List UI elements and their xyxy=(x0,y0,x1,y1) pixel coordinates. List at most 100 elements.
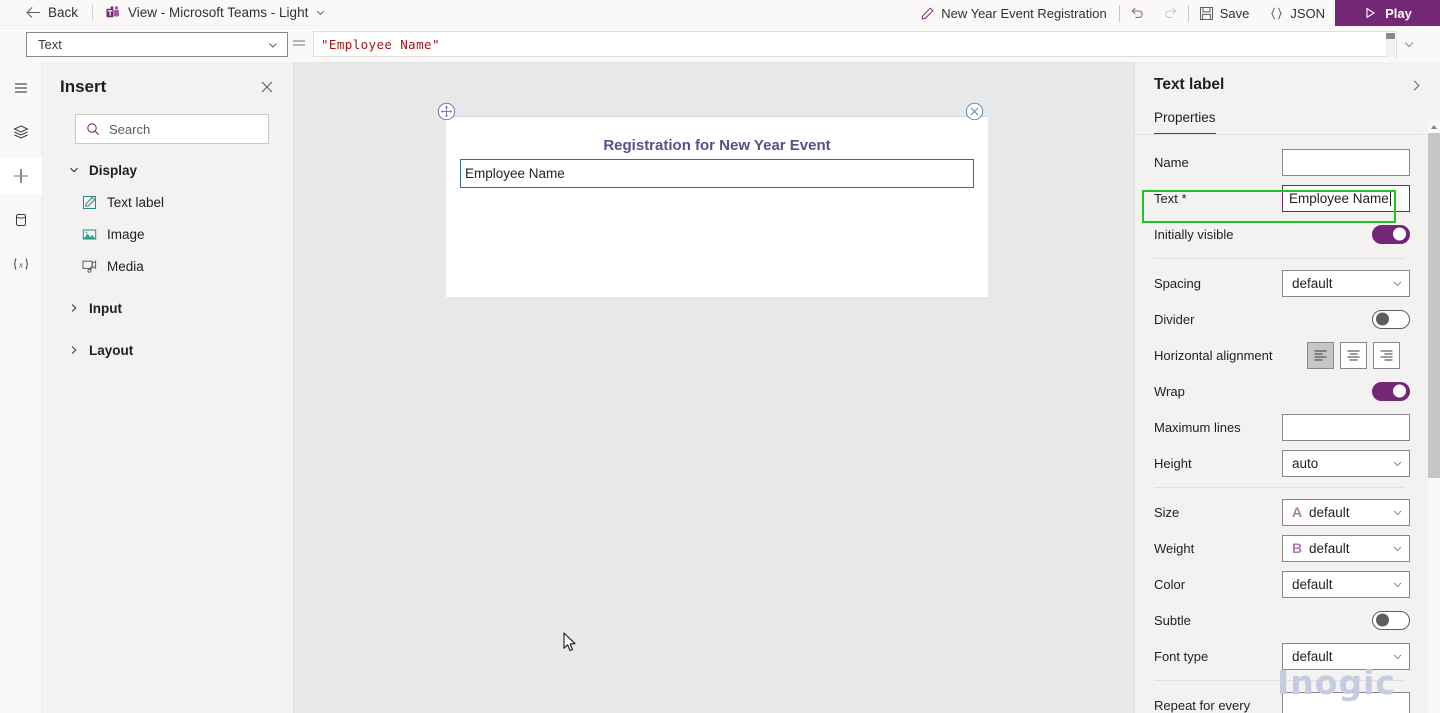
property-label: Name xyxy=(1154,154,1189,170)
formula-input[interactable]: "Employee Name" xyxy=(313,31,1397,57)
chevron-down-icon xyxy=(1393,510,1402,515)
move-handle-icon[interactable] xyxy=(437,102,456,121)
insert-group-layout[interactable]: Layout xyxy=(42,334,293,366)
menu-icon xyxy=(15,83,27,93)
insert-group-display[interactable]: Display xyxy=(42,154,293,186)
formula-scrollbar[interactable] xyxy=(1386,33,1395,57)
maximum-lines-field[interactable] xyxy=(1282,413,1410,441)
insert-group-label: Input xyxy=(89,300,122,316)
image-icon xyxy=(82,229,97,239)
chevron-down-icon xyxy=(70,167,78,173)
insert-group-input[interactable]: Input xyxy=(42,292,293,324)
equals-icon xyxy=(293,40,305,46)
height-dropdown[interactable]: auto xyxy=(1282,449,1410,477)
collapse-chevron-right-icon[interactable] xyxy=(1409,78,1424,93)
subtle-toggle[interactable] xyxy=(1372,610,1410,630)
size-dropdown[interactable]: A default xyxy=(1282,498,1410,526)
height-value: auto xyxy=(1292,455,1319,471)
property-label: Maximum lines xyxy=(1154,419,1241,435)
property-row-subtle: Subtle xyxy=(1135,602,1423,638)
formula-scrollbar-thumb[interactable] xyxy=(1386,33,1395,39)
weight-dropdown[interactable]: B default xyxy=(1282,534,1410,562)
back-label: Back xyxy=(48,5,79,20)
redo-icon xyxy=(1165,7,1177,18)
left-rail: x xyxy=(0,62,42,713)
chevron-right-icon xyxy=(71,304,77,312)
properties-fields-list: Name Text * Employee Name Initially visi… xyxy=(1135,144,1423,713)
selected-text-label-value: Employee Name xyxy=(465,166,565,181)
back-arrow-icon xyxy=(26,7,40,18)
properties-panel-title: Text label xyxy=(1154,76,1225,93)
save-button[interactable]: Save xyxy=(1189,0,1260,26)
section-divider xyxy=(1154,258,1404,259)
property-label: Divider xyxy=(1154,311,1195,327)
divider-toggle[interactable] xyxy=(1372,309,1410,329)
rail-item-menu[interactable] xyxy=(0,70,42,106)
rail-item-insert[interactable] xyxy=(0,158,42,194)
property-selector-value: Text xyxy=(38,37,62,52)
property-row-repeat-for-every: Repeat for every xyxy=(1135,687,1423,713)
redo-button[interactable] xyxy=(1154,0,1188,26)
property-label: Weight xyxy=(1154,540,1195,556)
align-left-button[interactable] xyxy=(1307,341,1334,369)
delete-circle-icon[interactable] xyxy=(965,102,984,121)
align-center-button[interactable] xyxy=(1340,341,1367,369)
insert-item-media[interactable]: Media xyxy=(42,250,293,282)
initially-visible-toggle[interactable] xyxy=(1372,224,1410,244)
property-row-divider: Divider xyxy=(1135,301,1423,337)
weight-glyph-icon: B xyxy=(1292,540,1303,556)
rail-item-data[interactable] xyxy=(0,202,42,238)
properties-scrollbar[interactable] xyxy=(1428,120,1440,713)
insert-panel: Insert Search Display Text label Image M… xyxy=(42,62,294,713)
view-selector[interactable]: View - Microsoft Teams - Light xyxy=(93,0,333,26)
rail-item-variables[interactable]: x xyxy=(0,246,42,282)
tree-view-icon xyxy=(13,125,29,139)
insert-group-label: Display xyxy=(89,162,138,178)
design-canvas[interactable]: Registration for New Year Event Employee… xyxy=(294,62,1134,713)
undo-button[interactable] xyxy=(1120,0,1154,26)
toggle-knob xyxy=(1376,613,1389,627)
insert-item-label: Text label xyxy=(107,194,165,210)
chevron-down-icon xyxy=(1393,546,1402,551)
insert-item-label: Image xyxy=(107,226,145,242)
property-row-weight: Weight B default xyxy=(1135,530,1423,566)
formula-expression: "Employee Name" xyxy=(321,36,440,52)
search-input[interactable]: Search xyxy=(75,114,269,144)
font-type-dropdown[interactable]: default xyxy=(1282,642,1410,670)
text-field[interactable]: Employee Name xyxy=(1282,184,1410,212)
adaptive-card[interactable]: Registration for New Year Event Employee… xyxy=(437,102,988,297)
json-button[interactable]: JSON xyxy=(1259,0,1335,26)
properties-scrollbar-thumb[interactable] xyxy=(1428,133,1440,478)
svg-text:x: x xyxy=(18,260,23,269)
wrap-toggle[interactable] xyxy=(1372,381,1410,401)
search-placeholder: Search xyxy=(109,121,151,137)
scroll-up-arrow-icon[interactable] xyxy=(1428,120,1440,133)
save-label: Save xyxy=(1219,5,1250,21)
document-title-button[interactable]: New Year Event Registration xyxy=(909,0,1118,26)
play-triangle-icon xyxy=(1366,7,1376,19)
align-right-button[interactable] xyxy=(1373,341,1400,369)
save-disk-icon xyxy=(1199,6,1213,20)
close-icon[interactable] xyxy=(259,79,275,95)
name-field[interactable] xyxy=(1282,148,1410,176)
selected-text-label[interactable]: Employee Name xyxy=(460,159,974,188)
property-row-wrap: Wrap xyxy=(1135,373,1423,409)
toggle-knob xyxy=(1393,227,1406,241)
data-icon xyxy=(16,214,26,226)
tabs-underline xyxy=(1135,134,1422,135)
rail-item-tree-view[interactable] xyxy=(0,114,42,150)
property-row-spacing: Spacing default xyxy=(1135,265,1423,301)
insert-item-label: Media xyxy=(107,258,144,274)
formula-expand-chevron-down-icon[interactable] xyxy=(1400,39,1418,50)
insert-item-image[interactable]: Image xyxy=(42,218,293,250)
repeat-for-every-field[interactable] xyxy=(1282,691,1410,713)
insert-item-text-label[interactable]: Text label xyxy=(42,186,293,218)
spacing-dropdown[interactable]: default xyxy=(1282,269,1410,297)
property-label: Horizontal alignment xyxy=(1154,347,1273,363)
play-button[interactable]: Play xyxy=(1335,0,1440,26)
tab-properties[interactable]: Properties xyxy=(1154,110,1216,135)
color-dropdown[interactable]: default xyxy=(1282,570,1410,598)
power-apps-teams-designer: Back View - Microsoft Teams - Light New … xyxy=(0,0,1440,713)
back-button[interactable]: Back xyxy=(0,0,92,26)
property-selector-dropdown[interactable]: Text xyxy=(26,32,288,57)
